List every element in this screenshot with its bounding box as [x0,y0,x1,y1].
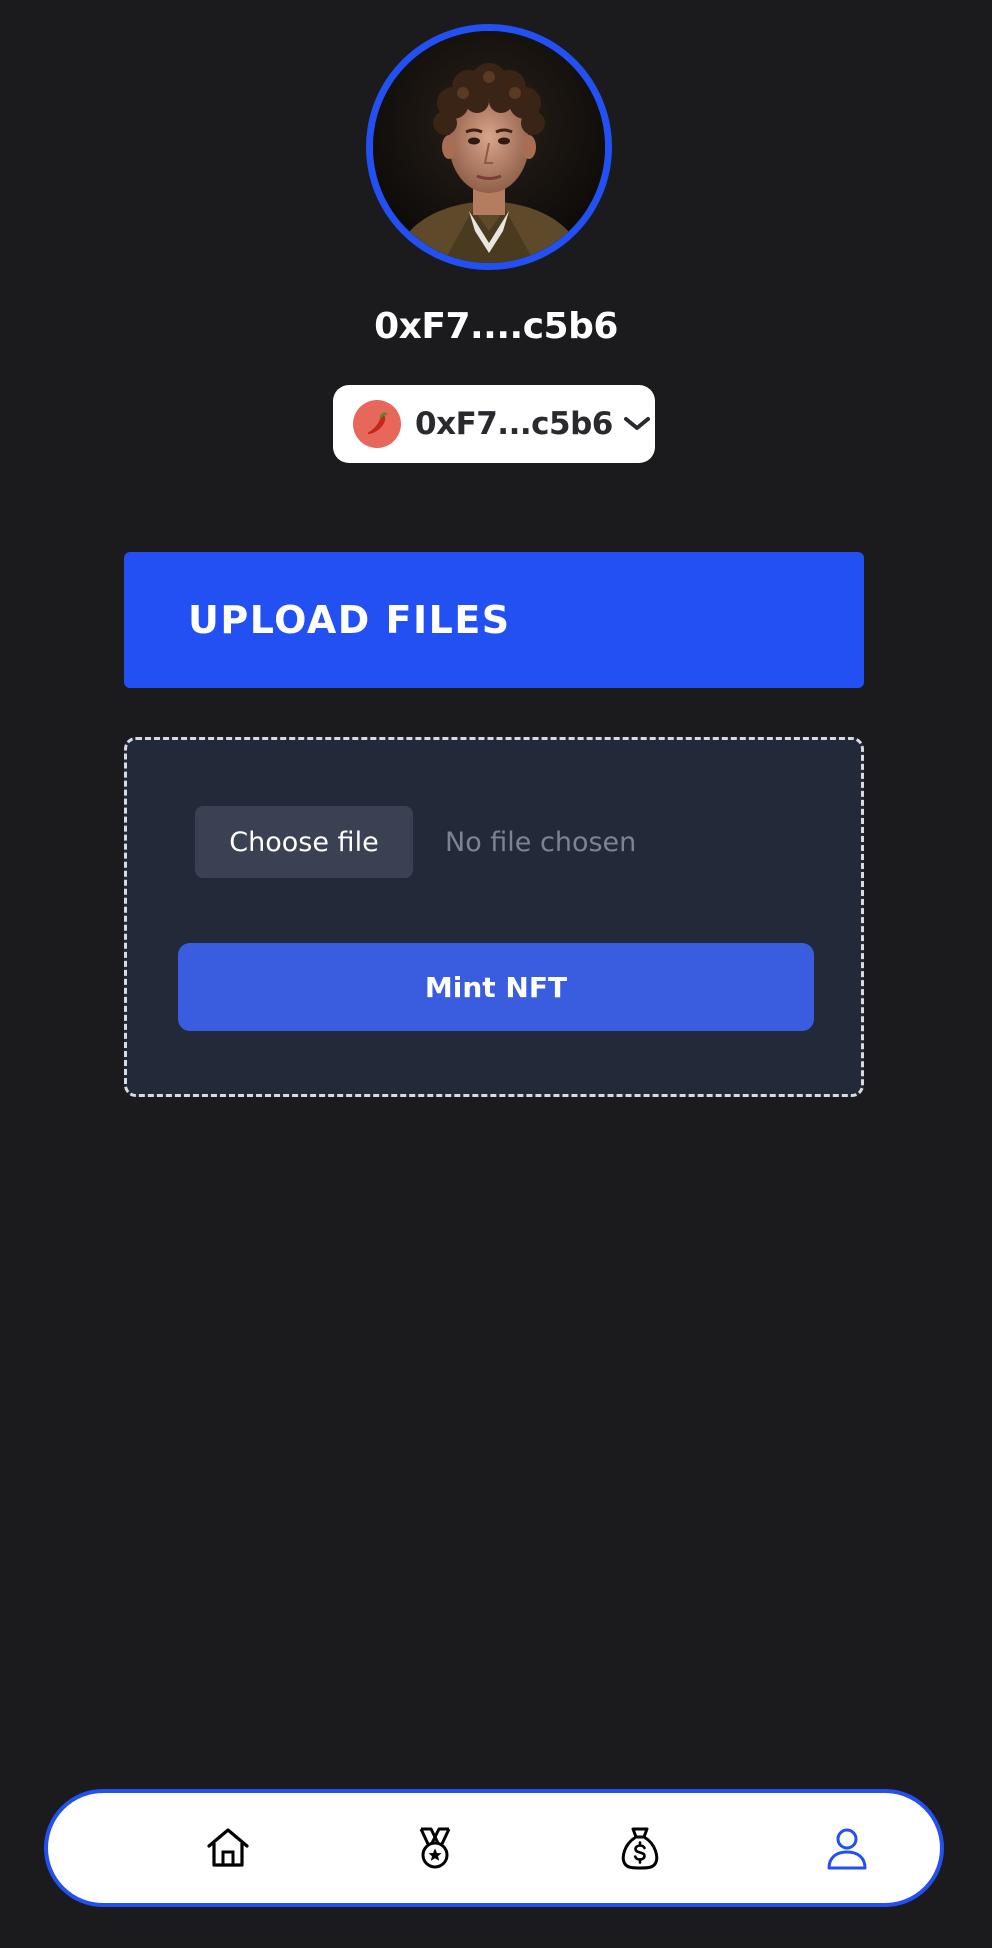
medal-icon [419,1827,451,1869]
avatar-photo [373,31,605,263]
file-input-row: Choose file No file chosen [195,806,636,878]
file-status-text: No file chosen [445,826,637,858]
profile-avatar [366,24,612,270]
bottom-nav-bar [44,1789,944,1907]
wallet-address-label: 0xF7...c5b6 [415,406,613,442]
mint-nft-button[interactable]: Mint NFT [178,943,814,1031]
nav-item-profile[interactable] [792,1793,902,1903]
wallet-selector-button[interactable]: 0xF7...c5b6 [333,385,655,463]
nav-item-wallet[interactable] [585,1793,695,1903]
upload-files-title: UPLOAD FILES [188,598,511,642]
home-icon [207,1828,249,1867]
nav-item-rewards[interactable] [380,1793,490,1903]
choose-file-button[interactable]: Choose file [195,806,413,878]
money-bag-icon [621,1827,659,1870]
nav-item-home[interactable] [173,1793,283,1903]
chevron-down-icon [623,415,651,433]
upload-files-banner: UPLOAD FILES [124,552,864,688]
chili-pepper-icon [353,400,401,448]
user-icon [827,1828,867,1870]
upload-dropzone[interactable]: Choose file No file chosen Mint NFT [124,737,864,1097]
profile-address-title: 0xF7....c5b6 [374,306,618,347]
